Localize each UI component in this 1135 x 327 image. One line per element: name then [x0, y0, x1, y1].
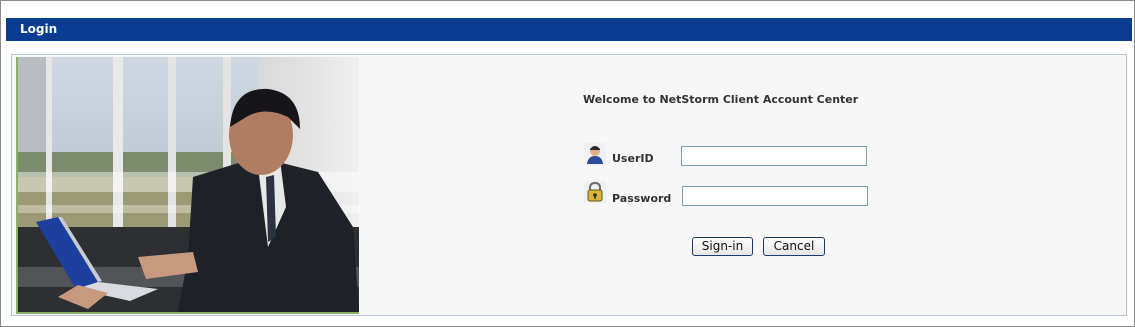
lock-icon [584, 181, 606, 203]
cancel-button[interactable]: Cancel [763, 237, 825, 256]
login-panel: Welcome to NetStorm Client Account Cente… [11, 54, 1127, 316]
login-title-bar: Login [6, 18, 1132, 41]
userid-input[interactable] [681, 146, 867, 166]
user-icon [584, 143, 606, 165]
signin-button[interactable]: Sign-in [692, 237, 753, 256]
userid-label: UserID [612, 152, 654, 165]
login-title: Login [20, 22, 58, 36]
password-input[interactable] [682, 186, 868, 206]
welcome-heading: Welcome to NetStorm Client Account Cente… [583, 93, 859, 106]
password-label: Password [612, 192, 672, 205]
businessman-laptop-photo [16, 57, 359, 314]
login-window: Login Welcome to NetStorm Client Account… [0, 0, 1135, 327]
